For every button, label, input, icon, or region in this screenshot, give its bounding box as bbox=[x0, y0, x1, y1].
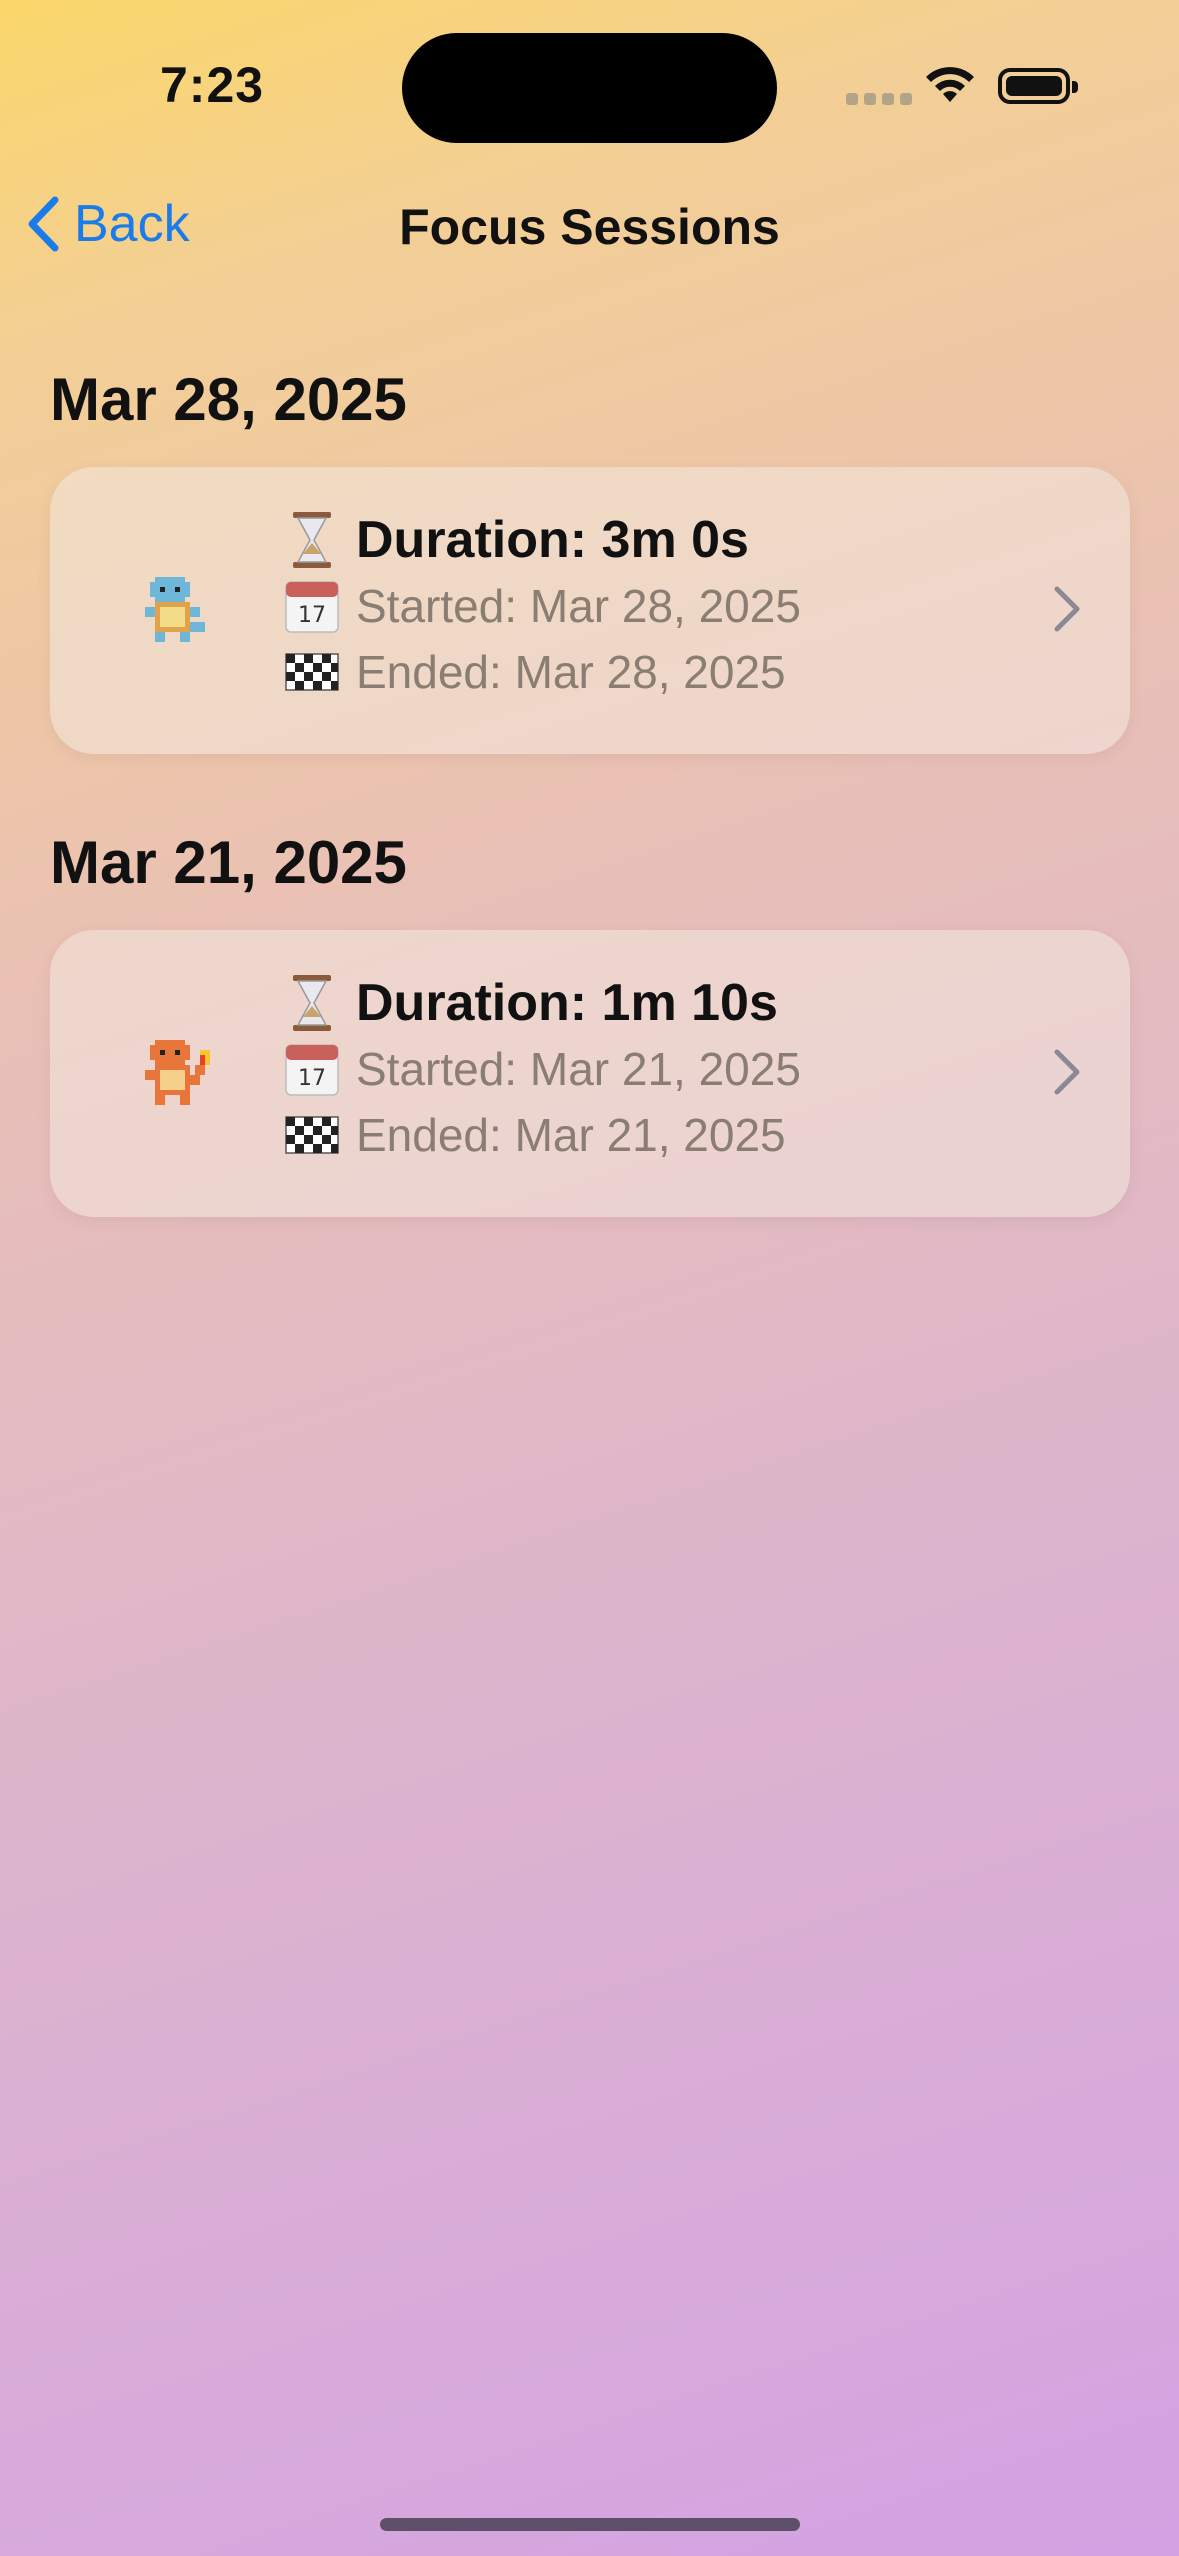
charmander-pixel-icon bbox=[145, 1040, 210, 1105]
duration-row: Duration: 3m 0s bbox=[282, 507, 801, 573]
checkered-flag-icon bbox=[282, 642, 342, 702]
svg-text:17: 17 bbox=[298, 603, 326, 628]
session-started: Started: Mar 28, 2025 bbox=[356, 580, 801, 632]
session-info: Duration: 3m 0s 17 Started: Mar 28, 2025… bbox=[282, 507, 801, 705]
hourglass-icon bbox=[282, 973, 342, 1033]
session-ended: Ended: Mar 28, 2025 bbox=[356, 646, 786, 698]
started-row: 17 Started: Mar 28, 2025 bbox=[282, 573, 801, 639]
navigation-bar: Back Focus Sessions bbox=[0, 180, 1179, 270]
session-card[interactable]: Duration: 3m 0s 17 Started: Mar 28, 2025… bbox=[50, 467, 1130, 754]
duration-row: Duration: 1m 10s bbox=[282, 970, 801, 1036]
hourglass-icon bbox=[282, 510, 342, 570]
session-info: Duration: 1m 10s 17 Started: Mar 21, 202… bbox=[282, 970, 801, 1168]
wifi-icon bbox=[926, 67, 974, 102]
started-row: 17 Started: Mar 21, 2025 bbox=[282, 1036, 801, 1102]
ended-row: Ended: Mar 21, 2025 bbox=[282, 1102, 801, 1168]
dynamic-island bbox=[402, 33, 777, 143]
session-duration: Duration: 3m 0s bbox=[356, 511, 749, 569]
session-card[interactable]: Duration: 1m 10s 17 Started: Mar 21, 202… bbox=[50, 930, 1130, 1217]
calendar-icon: 17 bbox=[282, 1039, 342, 1099]
status-bar: 7:23 bbox=[0, 0, 1179, 180]
section-date-header: Mar 21, 2025 bbox=[50, 829, 407, 896]
squirtle-pixel-icon bbox=[145, 577, 205, 642]
page-title: Focus Sessions bbox=[399, 199, 780, 255]
checkered-flag-icon bbox=[282, 1105, 342, 1165]
session-started: Started: Mar 21, 2025 bbox=[356, 1043, 801, 1095]
svg-text:17: 17 bbox=[298, 1066, 326, 1091]
session-ended: Ended: Mar 21, 2025 bbox=[356, 1109, 786, 1161]
calendar-icon: 17 bbox=[282, 576, 342, 636]
battery-icon bbox=[998, 68, 1078, 104]
home-indicator[interactable] bbox=[380, 2518, 800, 2531]
ended-row: Ended: Mar 28, 2025 bbox=[282, 639, 801, 705]
cellular-signal-icon bbox=[846, 93, 912, 105]
chevron-right-icon bbox=[1054, 1049, 1080, 1095]
chevron-right-icon bbox=[1054, 586, 1080, 632]
section-date-header: Mar 28, 2025 bbox=[50, 366, 407, 433]
status-time: 7:23 bbox=[160, 57, 265, 113]
session-duration: Duration: 1m 10s bbox=[356, 974, 778, 1032]
